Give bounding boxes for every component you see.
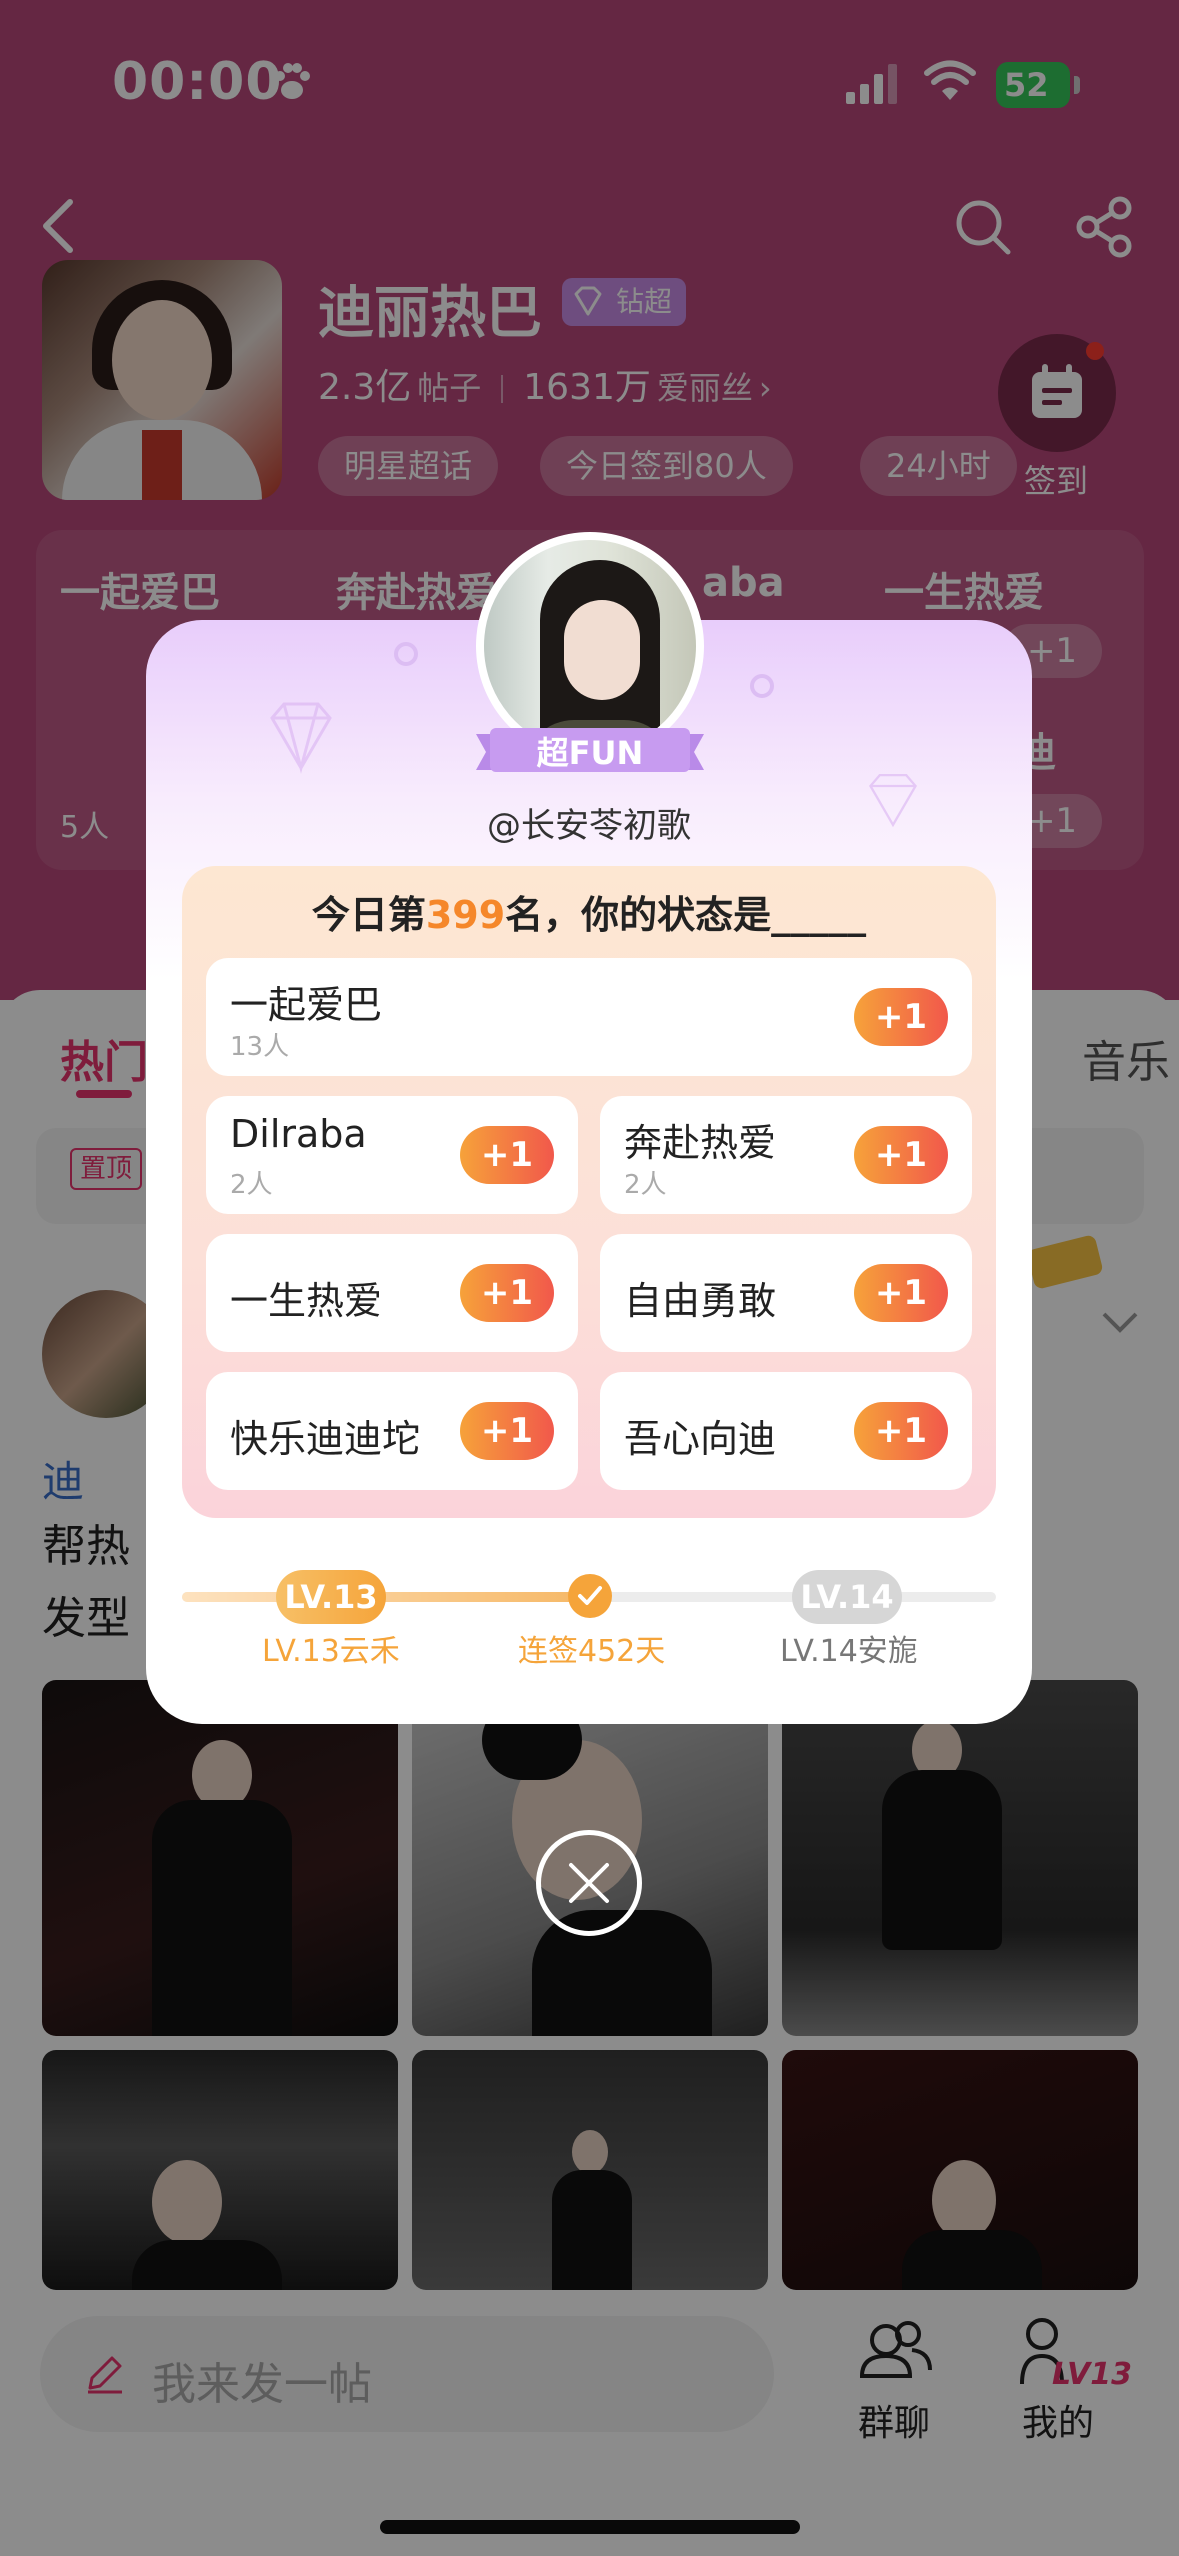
option-name: 吾心向迪 bbox=[624, 1417, 777, 1461]
plus-one-button[interactable]: +1 bbox=[460, 1264, 554, 1322]
next-level-badge: LV.14 bbox=[792, 1570, 902, 1624]
status-option[interactable]: 快乐迪迪坨 +1 bbox=[206, 1372, 578, 1490]
status-option[interactable]: 吾心向迪 +1 bbox=[600, 1372, 972, 1490]
option-name: 一生热爱 bbox=[230, 1279, 383, 1323]
option-name: Dilraba bbox=[230, 1112, 367, 1156]
option-name: 一起爱巴 bbox=[230, 983, 383, 1027]
option-count: 2人 bbox=[624, 1170, 667, 1200]
plus-one-button[interactable]: +1 bbox=[854, 1402, 948, 1460]
plus-one-button[interactable]: +1 bbox=[854, 1264, 948, 1322]
current-level-label: LV.13云禾 bbox=[262, 1634, 400, 1669]
diamond-decoration-icon bbox=[270, 702, 332, 774]
status-option[interactable]: Dilraba 2人 +1 bbox=[206, 1096, 578, 1214]
plus-one-button[interactable]: +1 bbox=[854, 1126, 948, 1184]
next-level-label: LV.14安旎 bbox=[780, 1634, 918, 1669]
user-handle: @长安苓初歌 bbox=[487, 806, 691, 846]
plus-one-button[interactable]: +1 bbox=[854, 988, 948, 1046]
plus-one-button[interactable]: +1 bbox=[460, 1126, 554, 1184]
status-option[interactable]: 自由勇敢 +1 bbox=[600, 1234, 972, 1352]
bubble-decoration bbox=[750, 674, 774, 698]
status-option[interactable]: 奔赴热爱 2人 +1 bbox=[600, 1096, 972, 1214]
status-option[interactable]: 一生热爱 +1 bbox=[206, 1234, 578, 1352]
status-option[interactable]: 一起爱巴 13人 +1 bbox=[206, 958, 972, 1076]
signin-streak-label: 连签452天 bbox=[518, 1634, 666, 1669]
bubble-decoration bbox=[394, 642, 418, 666]
current-level-badge: LV.13 bbox=[276, 1570, 386, 1624]
option-name: 奔赴热爱 bbox=[624, 1121, 777, 1165]
fan-title: 超FUN bbox=[536, 734, 644, 772]
close-icon bbox=[569, 1863, 609, 1903]
check-icon bbox=[568, 1574, 612, 1618]
plus-one-button[interactable]: +1 bbox=[460, 1402, 554, 1460]
rank-number: 399 bbox=[425, 893, 506, 937]
option-count: 2人 bbox=[230, 1170, 273, 1200]
status-options-panel: 今日第399名，你的状态是_____ 一起爱巴 13人 +1 Dilraba 2… bbox=[182, 866, 996, 1518]
rank-question: 今日第399名，你的状态是_____ bbox=[311, 893, 867, 937]
option-name: 快乐迪迪坨 bbox=[230, 1417, 421, 1461]
option-name: 自由勇敢 bbox=[624, 1279, 777, 1323]
close-modal-button[interactable] bbox=[536, 1830, 642, 1936]
option-count: 13人 bbox=[230, 1032, 290, 1062]
